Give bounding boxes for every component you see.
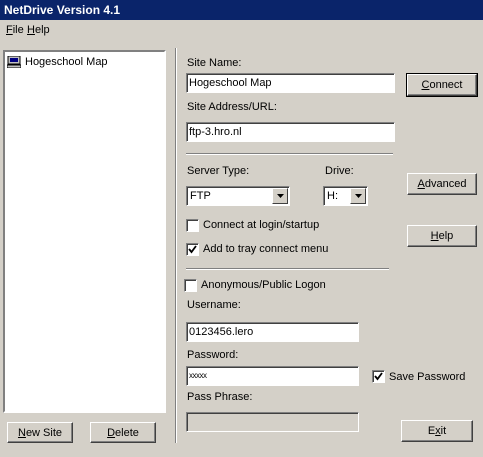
list-item[interactable]: Hogeschool Map bbox=[7, 54, 108, 70]
connect-at-login-label: Connect at login/startup bbox=[203, 219, 320, 231]
delete-button[interactable]: Delete bbox=[90, 422, 156, 443]
pass-phrase-input[interactable] bbox=[186, 412, 359, 432]
server-type-label: Server Type: bbox=[187, 165, 250, 177]
menu-file[interactable]: File bbox=[6, 24, 24, 36]
computer-icon bbox=[7, 56, 21, 68]
drive-value: H: bbox=[327, 190, 338, 202]
save-password-checkbox[interactable] bbox=[372, 370, 385, 383]
menu-help[interactable]: Help bbox=[27, 24, 50, 36]
checkmark-icon bbox=[188, 245, 197, 254]
new-site-button[interactable]: New Site bbox=[7, 422, 73, 443]
title-bar: NetDrive Version 4.1 bbox=[0, 0, 483, 20]
drive-select[interactable]: H: bbox=[323, 186, 368, 206]
connect-button[interactable]: Connect bbox=[406, 73, 478, 97]
help-button[interactable]: Help bbox=[407, 225, 477, 247]
section-divider bbox=[186, 153, 393, 155]
anonymous-label: Anonymous/Public Logon bbox=[201, 279, 326, 291]
password-input[interactable]: xxxxx bbox=[186, 366, 359, 386]
password-label: Password: bbox=[187, 349, 239, 361]
drive-label: Drive: bbox=[325, 165, 354, 177]
anonymous-checkbox[interactable] bbox=[184, 279, 197, 292]
server-type-value: FTP bbox=[190, 190, 211, 202]
save-password-label: Save Password bbox=[389, 371, 466, 383]
section-divider bbox=[186, 268, 389, 270]
add-to-tray-label: Add to tray connect menu bbox=[203, 243, 329, 255]
site-name-input[interactable]: Hogeschool Map bbox=[186, 73, 395, 93]
advanced-button[interactable]: Advanced bbox=[407, 173, 477, 195]
connect-at-login-checkbox[interactable] bbox=[186, 219, 199, 232]
site-address-input[interactable]: ftp-3.hro.nl bbox=[186, 122, 395, 142]
checkmark-icon bbox=[374, 372, 383, 381]
chevron-down-icon[interactable] bbox=[350, 188, 366, 204]
username-label: Username: bbox=[187, 299, 241, 311]
chevron-down-icon[interactable] bbox=[272, 188, 288, 204]
pass-phrase-label: Pass Phrase: bbox=[187, 391, 253, 403]
window-title: NetDrive Version 4.1 bbox=[4, 3, 121, 17]
site-name-label: Site Name: bbox=[187, 57, 242, 69]
exit-button[interactable]: Ex it bbox=[401, 420, 473, 442]
vertical-divider bbox=[175, 48, 177, 443]
site-list-item-label: Hogeschool Map bbox=[25, 56, 108, 68]
add-to-tray-checkbox[interactable] bbox=[186, 243, 199, 256]
username-input[interactable]: 0123456.lero bbox=[186, 322, 359, 342]
site-list[interactable]: Hogeschool Map bbox=[3, 50, 166, 413]
server-type-select[interactable]: FTP bbox=[186, 186, 290, 206]
menu-bar: File Help bbox=[0, 22, 483, 40]
site-address-label: Site Address/URL: bbox=[187, 101, 277, 113]
